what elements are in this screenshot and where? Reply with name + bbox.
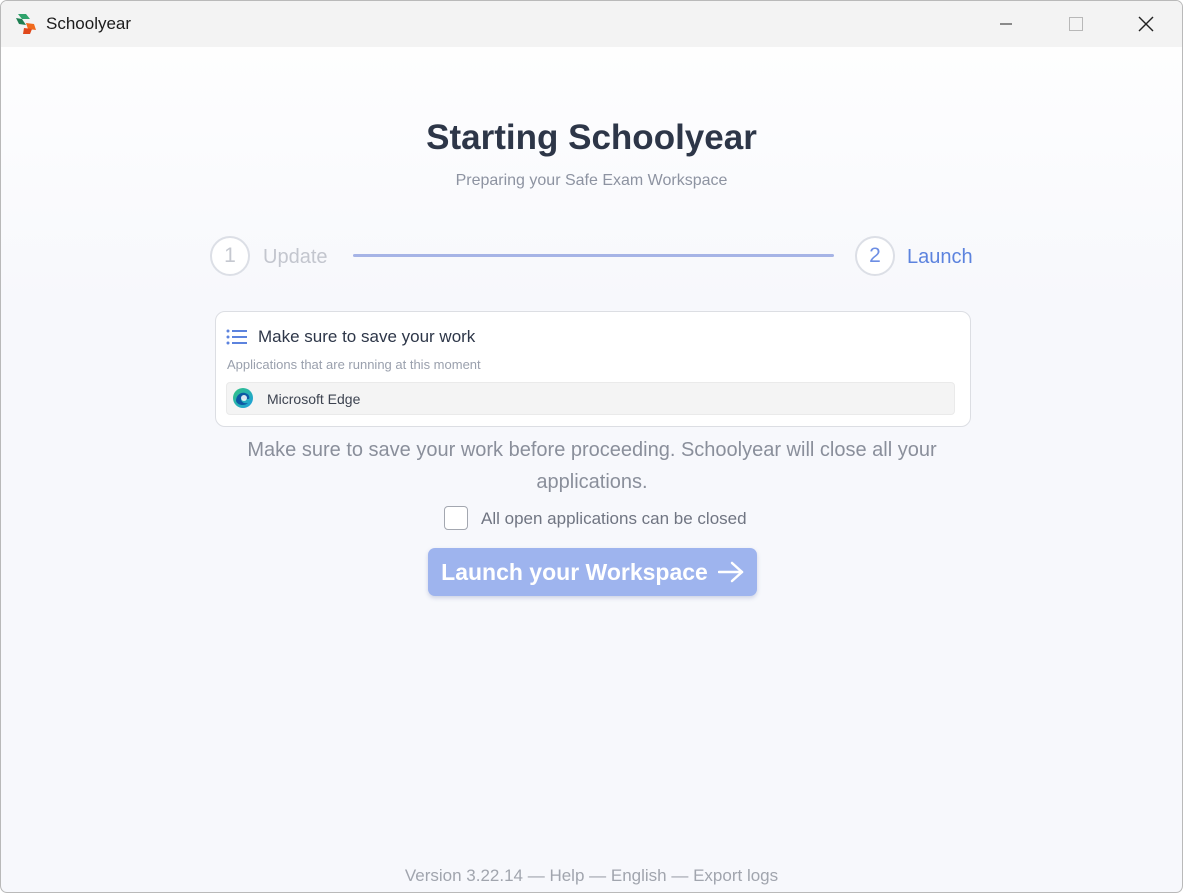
list-item: Microsoft Edge	[226, 382, 955, 415]
schoolyear-logo-icon	[16, 14, 36, 34]
language-link[interactable]: English	[611, 866, 667, 885]
window-title: Schoolyear	[46, 14, 132, 33]
stepper-progress-line	[353, 254, 834, 257]
version-text: Version 3.22.14	[404, 866, 523, 885]
close-icon	[1138, 16, 1154, 32]
card-title: Make sure to save your work	[258, 327, 476, 346]
step-launch-number: 2	[855, 236, 895, 276]
list-icon	[226, 329, 247, 345]
app-window: Schoolyear Starting Schoolyear Preparing…	[0, 0, 1183, 893]
apps-can-close-checkbox[interactable]	[444, 506, 468, 530]
minimize-icon	[1000, 23, 1012, 25]
step-launch-label: Launch	[907, 246, 973, 268]
help-link[interactable]: Help	[549, 866, 584, 885]
title-bar[interactable]: Schoolyear	[1, 1, 1182, 47]
arrow-right-icon	[717, 561, 744, 583]
step-update-number: 1	[210, 236, 250, 276]
step-update-label: Update	[263, 246, 328, 268]
export-logs-link[interactable]: Export logs	[693, 866, 778, 885]
minimize-button[interactable]	[971, 1, 1041, 47]
page-subtitle: Preparing your Safe Exam Workspace	[455, 172, 728, 189]
app-name: Microsoft Edge	[267, 391, 361, 407]
edge-icon	[233, 388, 253, 408]
page-title: Starting Schoolyear	[426, 118, 757, 157]
maximize-icon	[1069, 17, 1083, 31]
launch-button-label: Launch your Workspace	[441, 558, 708, 585]
apps-can-close-label[interactable]: All open applications can be closed	[481, 509, 747, 529]
save-warning-text: Make sure to save your work before proce…	[247, 439, 937, 493]
maximize-button[interactable]	[1041, 1, 1111, 47]
card-subtitle: Applications that are running at this mo…	[227, 357, 481, 372]
close-button[interactable]	[1111, 1, 1181, 47]
launch-workspace-button[interactable]: Launch your Workspace	[428, 548, 757, 596]
running-apps-card: Make sure to save your work Applications…	[215, 311, 971, 427]
footer: Version 3.22.14 — Help — English — Expor…	[404, 866, 779, 885]
